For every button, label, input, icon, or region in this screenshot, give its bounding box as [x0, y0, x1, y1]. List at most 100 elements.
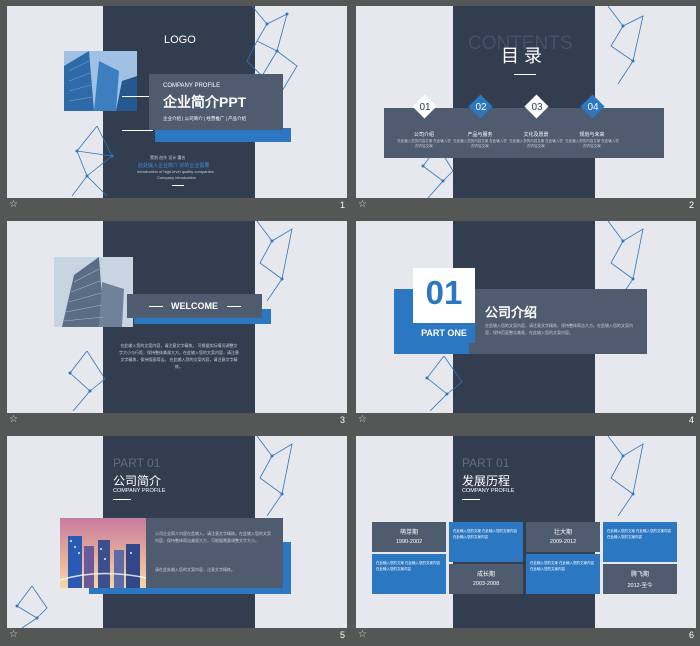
- star-icon[interactable]: ☆: [9, 414, 18, 425]
- slide-3: WELCOME 在此输入您的文案内容，请注意文字精炼。 可根据实际情况调整文字大…: [7, 221, 347, 413]
- item-desc: 在此输入您的内容文案 在此输入您的内容文案: [565, 139, 619, 148]
- stage-years: 1990-2002: [395, 539, 423, 545]
- slide-number: 6: [688, 630, 694, 640]
- item-desc: 在此输入您的内容文案 在此输入您的内容文案: [509, 139, 563, 148]
- section-title: 公司介绍: [485, 305, 538, 320]
- paragraph: 请在此处输入您的文案内容，注意文字精炼。: [155, 567, 235, 572]
- star-icon[interactable]: ☆: [358, 199, 367, 210]
- item-label: 公司介绍: [413, 132, 434, 138]
- company-profile-label: COMPANY PROFILE: [462, 488, 515, 494]
- welcome-heading: WELCOME: [171, 301, 218, 311]
- part-label: PART 01: [462, 456, 510, 470]
- timeline-stage-1[interactable]: 萌芽期 1990-2002: [372, 522, 446, 552]
- item-desc: 在此输入您的内容文案 在此输入您的内容文案: [397, 139, 451, 148]
- stage-name: 萌芽期: [399, 530, 418, 536]
- paragraph: 公司企业简介内容在此输入，请注意文字精炼。在此输入您的文案内容，保持整体简洁美观…: [155, 531, 271, 543]
- network-decoration: [12, 586, 52, 628]
- divider: [227, 306, 241, 307]
- stage-years: 2012-至今: [627, 583, 653, 589]
- slide-number: 4: [688, 415, 694, 425]
- network-decoration: [593, 436, 653, 516]
- network-decoration: [242, 221, 302, 301]
- slide-number: 5: [339, 630, 345, 640]
- thumbnail-footer: ☆ 1: [7, 198, 347, 215]
- company-profile-label: COMPANY PROFILE: [163, 83, 221, 89]
- slide-title: 目 录: [501, 46, 543, 66]
- city-photo: [60, 518, 146, 588]
- slide-title: 公司简介: [113, 474, 162, 488]
- timeline-desc-4: 在此输入您的文案 在此输入您的文案内容 在此输入您的文案内容: [603, 522, 677, 562]
- slide-2: CONTENTS 目 录 01 公司介绍 在此输入您的内容文案 在此输入您的内容…: [356, 6, 696, 198]
- thumbnail-4[interactable]: 公司介绍 在此输入您的文案内容，请注意文字精炼，保持整体简洁大方。在此输入您的文…: [356, 221, 696, 430]
- thumbnail-3[interactable]: WELCOME 在此输入您的文案内容，请注意文字精炼。 可根据实际情况调整文字大…: [7, 221, 347, 430]
- thumbnail-2[interactable]: CONTENTS 目 录 01 公司介绍 在此输入您的内容文案 在此输入您的内容…: [356, 6, 696, 215]
- network-decoration: [593, 6, 653, 86]
- stage-years: 2003-2008: [472, 581, 500, 587]
- part-label-bar: PART ONE: [413, 323, 475, 343]
- title-box: COMPANY PROFILE 企业简介PPT 企业介绍 | 公司简介 | 经营…: [149, 74, 283, 130]
- thumbnail-footer: ☆ 5: [7, 628, 347, 645]
- thumbnail-footer: ☆ 3: [7, 413, 347, 430]
- network-decoration: [242, 436, 302, 516]
- stage-name: 腾飞期: [630, 572, 649, 578]
- slide-4: 公司介绍 在此输入您的文案内容，请注意文字精炼，保持整体简洁大方。在此输入您的文…: [356, 221, 696, 413]
- timeline-stage-4[interactable]: 腾飞期 2012-至今: [603, 564, 677, 594]
- divider: [462, 499, 480, 500]
- part-number: 01: [425, 274, 463, 311]
- item-label: 文化及愿景: [523, 132, 549, 138]
- stage-name: 成长期: [476, 572, 495, 578]
- part-label: PART ONE: [421, 328, 467, 338]
- welcome-box: WELCOME: [127, 294, 262, 318]
- contents-items: 01 公司介绍 在此输入您的内容文案 在此输入您的内容文案 02 产品与服务 在…: [396, 94, 676, 155]
- author-line: 策划 创作 设计 署名: [150, 155, 186, 160]
- menu-text: 企业介绍 | 公司简介 | 经营推广 | 产品介绍: [163, 116, 247, 121]
- slide-6: PART 01 发展历程 COMPANY PROFILE 萌芽期 1990-20…: [356, 436, 696, 628]
- star-icon[interactable]: ☆: [358, 629, 367, 640]
- section-desc: 在此输入您的文案内容，请注意文字精炼，保持整体简洁大方。在此输入您的文案内容，保…: [485, 323, 633, 335]
- thumbnail-1[interactable]: LOGO COMPANY PROFILE 企业简介PPT 企业介绍 | 公司简介…: [7, 6, 347, 215]
- text-box: 公司企业简介内容在此输入，请注意文字精炼。在此输入您的文案内容，保持整体简洁美观…: [145, 518, 283, 588]
- item-desc: 在此输入您的内容文案 在此输入您的内容文案: [453, 139, 507, 148]
- stage-desc: 在此输入您的文案 在此输入您的文案内容 在此输入您的文案内容: [376, 561, 440, 571]
- item-number: 01: [419, 102, 431, 113]
- slide-title: 发展历程: [462, 474, 511, 488]
- part-box: 公司介绍 在此输入您的文案内容，请注意文字精炼，保持整体简洁大方。在此输入您的文…: [469, 289, 647, 354]
- network-decoration: [67, 126, 127, 198]
- welcome-paragraph: 在此输入您的文案内容，请注意文字精炼。 可根据实际情况调整文字大小与行距，保持整…: [119, 343, 239, 369]
- thumbnail-6[interactable]: PART 01 发展历程 COMPANY PROFILE 萌芽期 1990-20…: [356, 436, 696, 645]
- thumbnail-footer: ☆ 2: [356, 198, 696, 215]
- stage-desc: 在此输入您的文案 在此输入您的文案内容 在此输入您的文案内容: [453, 529, 517, 539]
- network-decoration: [65, 351, 111, 411]
- divider: [172, 185, 184, 186]
- timeline-desc-2: 在此输入您的文案 在此输入您的文案内容 在此输入您的文案内容: [449, 522, 523, 562]
- slide-5: PART 01 公司简介 COMPANY PROFILE 公司企业简介内容在此输…: [7, 436, 347, 628]
- part-label: PART 01: [113, 456, 161, 470]
- slide-title: 企业简介PPT: [163, 94, 247, 110]
- divider: [113, 499, 131, 500]
- tagline: 此处输入企业简介 好的企业需要: [138, 163, 210, 169]
- stage-years: 2009-2012: [549, 539, 577, 545]
- star-icon[interactable]: ☆: [9, 199, 18, 210]
- intro-line: Company introduction: [157, 175, 196, 180]
- part-number-card: 01: [413, 268, 475, 323]
- logo: LOGO: [164, 34, 196, 46]
- item-number: 04: [587, 102, 599, 113]
- star-icon[interactable]: ☆: [358, 414, 367, 425]
- item-number: 02: [475, 102, 487, 113]
- slide-number: 3: [339, 415, 345, 425]
- slide-number: 2: [688, 200, 694, 210]
- stage-desc: 在此输入您的文案 在此输入您的文案内容 在此输入您的文案内容: [607, 529, 671, 539]
- timeline-desc-3: 在此输入您的文案 在此输入您的文案内容 在此输入您的文案内容: [526, 554, 600, 594]
- slide-1: LOGO COMPANY PROFILE 企业简介PPT 企业介绍 | 公司简介…: [7, 6, 347, 198]
- thumbnail-5[interactable]: PART 01 公司简介 COMPANY PROFILE 公司企业简介内容在此输…: [7, 436, 347, 645]
- timeline-stage-2[interactable]: 成长期 2003-2008: [449, 564, 523, 594]
- stage-desc: 在此输入您的文案 在此输入您的文案内容 在此输入您的文案内容: [530, 561, 594, 571]
- star-icon[interactable]: ☆: [9, 629, 18, 640]
- stage-name: 壮大期: [553, 530, 572, 536]
- thumbnail-footer: ☆ 4: [356, 413, 696, 430]
- thumbnail-footer: ☆ 6: [356, 628, 696, 645]
- network-decoration: [422, 356, 466, 411]
- building-photo: [54, 257, 133, 327]
- timeline-stage-3[interactable]: 壮大期 2009-2012: [526, 522, 600, 552]
- divider: [514, 74, 536, 75]
